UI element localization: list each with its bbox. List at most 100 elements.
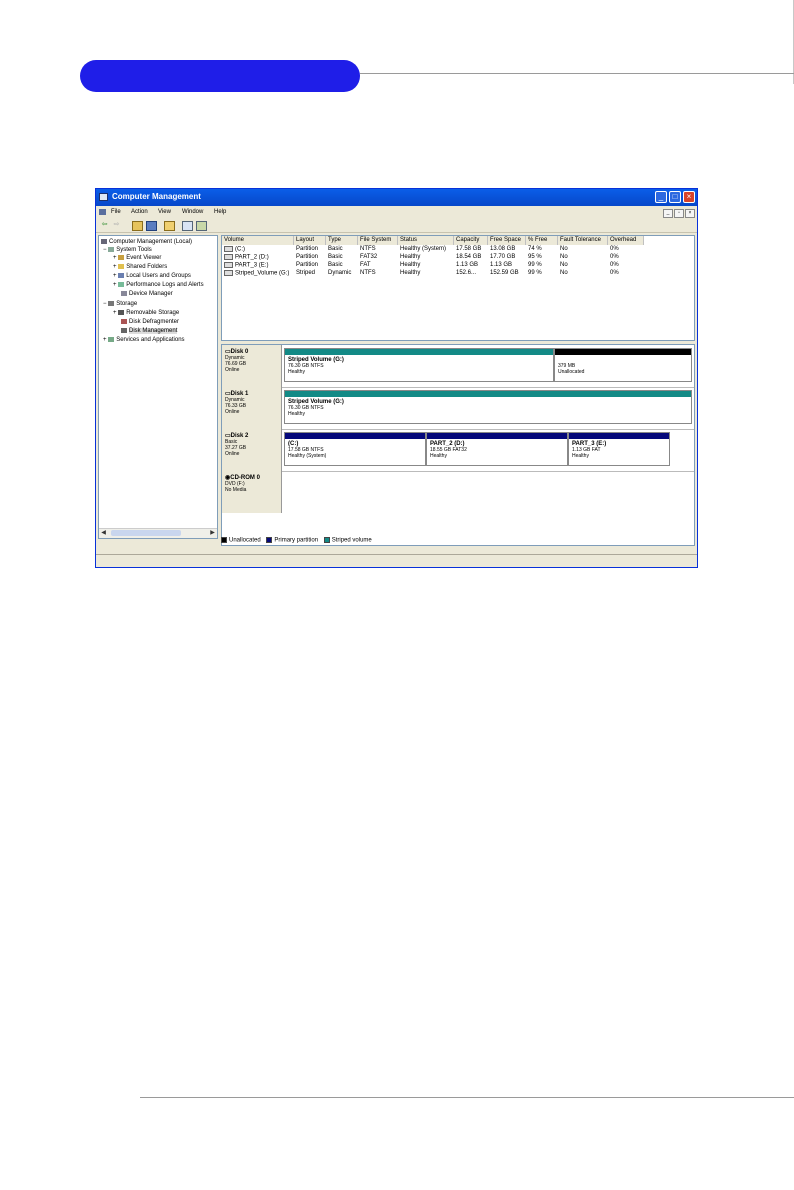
table-cell: 99 % bbox=[528, 270, 542, 276]
column-header-capacity[interactable]: Capacity bbox=[454, 236, 488, 245]
disk-state: Online bbox=[225, 409, 240, 415]
close-button[interactable]: × bbox=[683, 191, 695, 203]
menu-action[interactable]: Action bbox=[131, 209, 148, 215]
partition-status: Healthy bbox=[288, 369, 305, 375]
column-header-file-system[interactable]: File System bbox=[358, 236, 398, 245]
volume-cell: PART_2 (D:) bbox=[224, 254, 269, 261]
partition-block[interactable]: PART_3 (E:) 1.13 GB FAT Healthy bbox=[568, 432, 670, 466]
computer-icon bbox=[101, 239, 107, 244]
column-header-status[interactable]: Status bbox=[398, 236, 454, 245]
legend-swatch-unallocated bbox=[221, 537, 227, 543]
mdi-close-button[interactable]: × bbox=[685, 209, 695, 218]
disk-state: Online bbox=[225, 451, 240, 457]
tree-item-event-viewer[interactable]: + Event Viewer bbox=[113, 255, 161, 261]
back-arrow-icon[interactable]: ⇦ bbox=[100, 221, 109, 229]
tree-item-removable-storage[interactable]: + Removable Storage bbox=[113, 310, 179, 316]
tree-item-storage[interactable]: − Storage bbox=[103, 301, 137, 307]
help-icon[interactable] bbox=[196, 221, 207, 231]
console-tree: Computer Management (Local) − System Too… bbox=[98, 235, 218, 539]
partition-block[interactable]: (C:) 17.58 GB NTFS Healthy (System) bbox=[284, 432, 426, 466]
menu-window[interactable]: Window bbox=[182, 209, 203, 215]
menu-help[interactable]: Help bbox=[214, 209, 226, 215]
header-rule bbox=[360, 73, 794, 74]
table-cell: Healthy bbox=[400, 270, 421, 276]
mdi-restore-button[interactable]: ▫ bbox=[674, 209, 684, 218]
tree-expander[interactable]: + bbox=[103, 337, 107, 343]
table-cell: 13.08 GB bbox=[490, 246, 516, 252]
tree-horizontal-scrollbar[interactable]: ◀ ▶ bbox=[99, 528, 217, 538]
table-row[interactable]: (C:) Partition Basic NTFS Healthy (System) 17… bbox=[222, 246, 694, 254]
disk-row[interactable]: ▭Disk 2 Basic 37.27 GB Online (C:) 17.58… bbox=[222, 429, 694, 472]
scroll-right-arrow-icon[interactable]: ▶ bbox=[209, 530, 216, 537]
column-header-volume[interactable]: Volume bbox=[222, 236, 294, 245]
maximize-button[interactable]: □ bbox=[669, 191, 681, 203]
table-row[interactable]: PART_3 (E:) Partition Basic FAT Healthy 1.13 … bbox=[222, 262, 694, 270]
scroll-left-arrow-icon[interactable]: ◀ bbox=[100, 530, 107, 537]
tree-item-root[interactable]: Computer Management (Local) bbox=[101, 239, 192, 245]
column-header-percent-free[interactable]: % Free bbox=[526, 236, 558, 245]
console-icon[interactable] bbox=[146, 221, 157, 231]
scroll-thumb[interactable] bbox=[111, 530, 181, 536]
disk-info: ▭Disk 1 Dynamic 76.33 GB Online bbox=[222, 387, 282, 429]
partition-block[interactable]: PART_2 (D:) 18.55 GB FAT32 Healthy bbox=[426, 432, 568, 466]
title-bar[interactable]: Computer Management _ □ × bbox=[96, 189, 697, 206]
column-header-type[interactable]: Type bbox=[326, 236, 358, 245]
minimize-button[interactable]: _ bbox=[655, 191, 667, 203]
partition-status: Healthy bbox=[288, 411, 305, 417]
tree-expander[interactable]: + bbox=[113, 264, 117, 270]
disk-row[interactable]: ▭Disk 0 Dynamic 76.69 GB Online Striped … bbox=[222, 345, 694, 388]
mmc-icon bbox=[99, 209, 106, 215]
forward-arrow-icon[interactable]: ⇨ bbox=[112, 221, 121, 229]
tree-item-system-tools[interactable]: − System Tools bbox=[103, 247, 152, 253]
tree-expander[interactable]: + bbox=[113, 255, 117, 261]
performance-icon bbox=[118, 282, 125, 287]
tree-item-local-users[interactable]: + Local Users and Groups bbox=[113, 273, 191, 279]
drive-icon bbox=[224, 262, 233, 268]
menu-view[interactable]: View bbox=[158, 209, 171, 215]
tree-item-shared-folders[interactable]: + Shared Folders bbox=[113, 264, 167, 270]
tools-icon bbox=[108, 247, 115, 252]
legend-swatch-striped bbox=[323, 537, 330, 543]
table-cell: 95 % bbox=[528, 254, 542, 260]
drive-icon bbox=[224, 246, 233, 252]
folder-up-icon[interactable] bbox=[132, 221, 143, 231]
partition-status: Healthy (System) bbox=[288, 453, 327, 459]
column-header-fault-tolerance[interactable]: Fault Tolerance bbox=[558, 236, 608, 245]
partition-label bbox=[555, 355, 691, 363]
mdi-minimize-button[interactable]: _ bbox=[663, 209, 673, 218]
properties-icon[interactable] bbox=[164, 221, 175, 231]
toolbar: ⇦ ⇨ bbox=[96, 219, 697, 233]
table-cell: Partition bbox=[296, 254, 319, 260]
tree-item-perf-logs[interactable]: + Performance Logs and Alerts bbox=[113, 282, 204, 288]
table-row[interactable]: Striped_Volume (G:) Striped Dynamic NTFS Hea… bbox=[222, 270, 694, 278]
tree-item-disk-defrag[interactable]: Disk Defragmenter bbox=[121, 319, 179, 325]
footer-rule bbox=[140, 1097, 794, 1098]
table-cell: Striped_Volume (G:) bbox=[235, 270, 290, 277]
table-row[interactable]: PART_2 (D:) Partition Basic FAT32 Healthy 18.… bbox=[222, 254, 694, 262]
tree-expander[interactable]: − bbox=[103, 301, 107, 307]
table-cell: Partition bbox=[296, 262, 319, 268]
tree-item-services[interactable]: + Services and Applications bbox=[103, 337, 185, 343]
disk-info: ▭Disk 2 Basic 37.27 GB Online bbox=[222, 429, 282, 471]
table-cell: (C:) bbox=[235, 246, 245, 253]
tree-expander[interactable]: + bbox=[113, 273, 117, 279]
column-header-layout[interactable]: Layout bbox=[294, 236, 326, 245]
column-header-overhead[interactable]: Overhead bbox=[608, 236, 644, 245]
column-header-free-space[interactable]: Free Space bbox=[488, 236, 526, 245]
partition-block[interactable]: 379 MB Unallocated bbox=[554, 348, 692, 382]
partition-block[interactable]: Striped Volume (G:) 76.30 GB NTFS Health… bbox=[284, 348, 554, 382]
disk-row[interactable]: ▭Disk 1 Dynamic 76.33 GB Online Striped … bbox=[222, 387, 694, 430]
menu-file[interactable]: File bbox=[111, 209, 121, 215]
export-icon[interactable] bbox=[182, 221, 193, 231]
partition-status: Healthy bbox=[572, 453, 589, 459]
table-cell: 74 % bbox=[528, 246, 542, 252]
tree-expander[interactable]: + bbox=[113, 282, 117, 288]
tree-expander[interactable]: − bbox=[103, 247, 107, 253]
tree-item-disk-management[interactable]: Disk Management bbox=[121, 328, 178, 335]
tree-item-device-manager[interactable]: Device Manager bbox=[121, 291, 173, 297]
table-cell: Basic bbox=[328, 246, 343, 252]
table-cell: No bbox=[560, 246, 568, 252]
partition-block[interactable]: Striped Volume (G:) 76.30 GB NTFS Health… bbox=[284, 390, 692, 424]
disk-row[interactable]: ◉CD-ROM 0 DVD (F:) No Media bbox=[222, 471, 694, 513]
tree-expander[interactable]: + bbox=[113, 310, 117, 316]
